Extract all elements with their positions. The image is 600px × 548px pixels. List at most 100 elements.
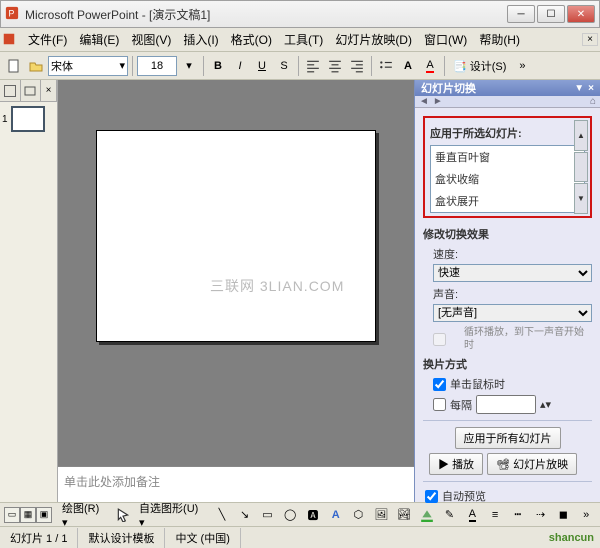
spinner-icon[interactable]: ▴▾	[540, 398, 551, 411]
arrow-style-icon[interactable]: ⇢	[531, 505, 551, 525]
doc-icon	[2, 32, 18, 48]
app-icon: P	[5, 6, 21, 22]
slide-canvas[interactable]	[96, 130, 376, 342]
toolbar-overflow-icon[interactable]: »	[512, 56, 532, 76]
on-click-checkbox[interactable]	[433, 378, 446, 391]
size-dropdown-icon[interactable]: ▾	[179, 56, 199, 76]
font-color-draw-icon[interactable]: A	[462, 505, 482, 525]
font-size-select[interactable]	[137, 56, 177, 76]
separator	[423, 420, 592, 421]
slideshow-label: 幻灯片放映	[513, 459, 568, 471]
nav-forward-icon[interactable]: ►	[433, 96, 443, 107]
sorter-view-icon[interactable]: ▦	[20, 507, 36, 523]
separator	[203, 56, 204, 76]
dash-style-icon[interactable]: ┅	[508, 505, 528, 525]
brand-watermark: shancun	[543, 532, 600, 544]
list-item[interactable]: 盒状收缩	[431, 168, 584, 190]
menu-window[interactable]: 窗口(W)	[418, 29, 473, 50]
normal-view-icon[interactable]: ▭	[4, 507, 20, 523]
toolbar-overflow-icon[interactable]: »	[576, 505, 596, 525]
every-label: 每隔	[450, 397, 472, 413]
taskpane-close-icon[interactable]: ×	[588, 83, 594, 94]
taskpane-dropdown-icon[interactable]: ▼	[574, 83, 584, 94]
wordart-icon[interactable]: A	[326, 505, 346, 525]
bold-button[interactable]: B	[208, 56, 228, 76]
fill-color-icon[interactable]	[417, 505, 437, 525]
formatting-toolbar: 宋体▾ ▾ B I U S A A 📑 设计(S) »	[0, 52, 600, 80]
apply-to-label: 应用于所选幻灯片:	[430, 125, 585, 141]
arrow-icon[interactable]: ↘	[235, 505, 255, 525]
separator	[423, 481, 592, 482]
nav-home-icon[interactable]: ⌂	[590, 96, 596, 107]
picture-icon[interactable]: 🏞	[394, 505, 414, 525]
list-item[interactable]: 垂直百叶窗	[431, 146, 584, 168]
nav-back-icon[interactable]: ◄	[419, 96, 429, 107]
diagram-icon[interactable]: ⬡	[349, 505, 369, 525]
task-pane: 幻灯片切换 ▼ × ◄ ► ⌂ 应用于所选幻灯片: 垂直百叶窗 盒状收缩 盒状展…	[414, 80, 600, 502]
design-label: 设计(S)	[470, 61, 507, 73]
align-right-icon[interactable]	[347, 56, 367, 76]
close-button[interactable]: ✕	[567, 5, 595, 23]
align-center-icon[interactable]	[325, 56, 345, 76]
shadow-style-icon[interactable]: ◼	[553, 505, 573, 525]
sound-select[interactable]: [无声音]	[433, 304, 592, 322]
slideshow-button[interactable]: 📽 幻灯片放映	[487, 453, 577, 475]
menu-edit[interactable]: 编辑(E)	[73, 29, 125, 50]
minimize-button[interactable]: ─	[507, 5, 535, 23]
new-icon[interactable]	[4, 56, 24, 76]
line-color-icon[interactable]: ✎	[440, 505, 460, 525]
autoshapes-menu[interactable]: 自选图形(U) ▾	[136, 498, 209, 531]
menu-file[interactable]: 文件(F)	[22, 29, 73, 50]
menu-slideshow[interactable]: 幻灯片放映(D)	[329, 29, 418, 50]
maximize-button[interactable]: ☐	[537, 5, 565, 23]
pane-close-icon[interactable]: ×	[41, 80, 57, 101]
scroll-up-icon[interactable]: ▲	[574, 120, 588, 151]
draw-menu[interactable]: 绘图(R) ▾	[59, 498, 110, 531]
italic-button[interactable]: I	[230, 56, 250, 76]
shadow-button[interactable]: S	[274, 56, 294, 76]
underline-button[interactable]: U	[252, 56, 272, 76]
font-name-select[interactable]: 宋体▾	[48, 56, 128, 76]
slide-thumbnail-row[interactable]: 1	[0, 102, 57, 136]
font-color-icon[interactable]: A	[420, 56, 440, 76]
open-icon[interactable]	[26, 56, 46, 76]
scroll-down-icon[interactable]: ▼	[574, 183, 588, 214]
apply-all-button[interactable]: 应用于所有幻灯片	[455, 427, 561, 449]
notes-pane[interactable]: 单击此处添加备注	[58, 466, 414, 502]
align-left-icon[interactable]	[303, 56, 323, 76]
auto-preview-checkbox[interactable]	[425, 490, 438, 503]
speed-label: 速度:	[433, 246, 592, 262]
menu-view[interactable]: 视图(V)	[125, 29, 177, 50]
font-grow-icon[interactable]: A	[398, 56, 418, 76]
clipart-icon[interactable]: 🖼	[371, 505, 391, 525]
slide-thumbnail[interactable]	[11, 106, 45, 132]
mdi-close-button[interactable]: ×	[582, 33, 598, 46]
bullets-icon[interactable]	[376, 56, 396, 76]
drawing-toolbar: ▭ ▦ ▣ 绘图(R) ▾ 自选图形(U) ▾ ╲ ↘ ▭ ◯ 🅰 A ⬡ 🖼 …	[0, 502, 600, 526]
slideshow-view-icon[interactable]: ▣	[36, 507, 52, 523]
every-checkbox[interactable]	[433, 398, 446, 411]
font-name-value: 宋体	[51, 58, 73, 74]
outline-tab[interactable]	[0, 80, 21, 101]
modify-effect-label: 修改切换效果	[423, 226, 592, 242]
menu-help[interactable]: 帮助(H)	[473, 29, 526, 50]
menu-tools[interactable]: 工具(T)	[278, 29, 329, 50]
design-button[interactable]: 📑 设计(S)	[449, 56, 510, 76]
line-icon[interactable]: ╲	[212, 505, 232, 525]
menu-format[interactable]: 格式(O)	[225, 29, 278, 50]
on-click-label: 单击鼠标时	[450, 376, 505, 392]
play-label: 播放	[452, 459, 474, 471]
speed-select[interactable]: 快速	[433, 264, 592, 282]
transition-list[interactable]: 垂直百叶窗 盒状收缩 盒状展开	[430, 145, 585, 213]
play-button[interactable]: ▶ 播放	[429, 453, 483, 475]
menu-insert[interactable]: 插入(I)	[177, 29, 224, 50]
rectangle-icon[interactable]: ▭	[258, 505, 278, 525]
list-item[interactable]: 盒状展开	[431, 190, 584, 212]
select-arrow-icon[interactable]	[113, 505, 133, 525]
oval-icon[interactable]: ◯	[280, 505, 300, 525]
line-style-icon[interactable]: ≡	[485, 505, 505, 525]
every-time-input[interactable]	[476, 395, 536, 414]
slides-tab[interactable]	[21, 80, 42, 101]
textbox-icon[interactable]: 🅰	[303, 505, 323, 525]
scroll-thumb[interactable]	[574, 152, 588, 183]
